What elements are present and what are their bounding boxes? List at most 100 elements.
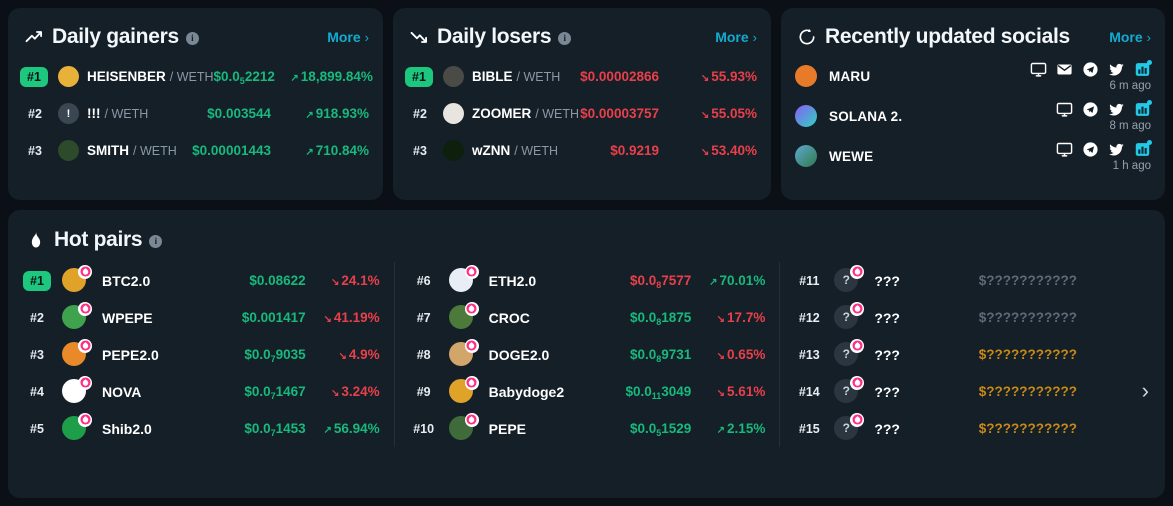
dex-badge-icon (78, 264, 92, 279)
avatar (443, 66, 464, 87)
next-page-chevron-icon[interactable]: › (1142, 378, 1149, 404)
table-row[interactable]: #3 PEPE2.0 $0.079035 ↘ 4.9% (20, 336, 380, 373)
info-icon[interactable]: i (149, 234, 163, 248)
arrow-down-icon: ↘ (330, 388, 340, 399)
arrow-down-icon: ↘ (338, 351, 347, 362)
token-change: ↘ 17.7% (691, 310, 766, 325)
dex-badge-icon (78, 375, 92, 390)
rank-badge: #4 (30, 384, 44, 399)
token-price: $??????????? (979, 273, 1077, 288)
change-value: 70.01% (719, 273, 766, 288)
twitter-icon[interactable] (1108, 101, 1125, 118)
list-item[interactable]: #3 wZNN / WETH $0.9219 ↘ 53.40% (405, 132, 757, 169)
list-item[interactable]: #2 ! !!! / WETH $0.003544 ↗ 918.93% (20, 95, 369, 132)
token-name: BTC2.0 (102, 272, 151, 289)
table-row[interactable]: #4 NOVA $0.071467 ↘ 3.24% (20, 373, 380, 410)
avatar-group: ? (834, 264, 865, 294)
email-icon[interactable] (1056, 61, 1073, 78)
list-item[interactable]: #2 ZOOMER / WETH $0.00003757 ↘ 55.05% (405, 95, 757, 132)
daily-gainers-header: Daily gainers i More › (8, 8, 383, 52)
token-price: $0.00003757 (580, 106, 659, 121)
telegram-icon[interactable] (1082, 141, 1099, 158)
monitor-icon[interactable] (1056, 141, 1073, 158)
token-change: ↘ 24.1% (306, 273, 380, 288)
price-prefix: $0.00001443 (192, 143, 271, 158)
avatar-group (62, 412, 92, 442)
change-value: 41.19% (333, 310, 380, 325)
monitor-icon[interactable] (1030, 61, 1047, 78)
list-item[interactable]: #3 SMITH / WETH $0.00001443 ↗ 710.84% (20, 132, 369, 169)
rank-badge: #2 (413, 106, 427, 121)
daily-gainers-list: #1 HEISENBER / WETH $0.052212 ↗ 18,899.84… (8, 52, 383, 169)
socials-title: Recently updated socials (825, 25, 1070, 48)
social-meta: 1 h ago (1056, 140, 1152, 172)
twitter-icon[interactable] (1108, 141, 1125, 158)
telegram-icon[interactable] (1082, 101, 1099, 118)
table-row[interactable]: #13???? $??????????? (792, 336, 1151, 373)
token-price: $0.003544 (207, 106, 271, 121)
token-name: ??? (874, 383, 900, 400)
price-prefix: $0.0 (244, 384, 271, 399)
daily-losers-more-link[interactable]: More › (715, 29, 757, 45)
hot-pairs-grid: #1 BTC2.0 $0.08622 ↘ 24.1% #2 WPEPE $0.001417 ↘ 4… (8, 254, 1165, 447)
arrow-up-icon: ↗ (305, 110, 314, 121)
avatar (795, 65, 817, 87)
monitor-icon[interactable] (1056, 101, 1073, 118)
list-item[interactable]: SOLANA 2. 8 m ago (795, 96, 1152, 136)
token-name: ??? (874, 346, 900, 363)
token-quote: / WETH (104, 106, 149, 121)
price-prefix: $0.9219 (610, 143, 659, 158)
avatar (795, 145, 817, 167)
daily-gainers-more-link[interactable]: More › (327, 29, 369, 45)
social-meta: 8 m ago (1056, 100, 1152, 132)
token-change: ↘ 5.61% (691, 384, 766, 399)
info-icon[interactable]: i (185, 31, 199, 45)
refresh-icon (799, 28, 815, 45)
chart-icon-wrap (1134, 140, 1152, 158)
list-item[interactable]: WEWE 1 h ago (795, 136, 1152, 176)
token-name: NOVA (102, 383, 142, 400)
table-row[interactable]: #14???? $??????????? (792, 373, 1151, 410)
social-token-name: WEWE (829, 148, 874, 164)
table-row[interactable]: #1 BTC2.0 $0.08622 ↘ 24.1% (20, 262, 380, 299)
rank-badge: #6 (416, 273, 431, 288)
table-row[interactable]: #8 DOGE2.0 $0.089731 ↘ 0.65% (407, 336, 765, 373)
arrow-up-icon: ↗ (716, 425, 726, 436)
table-row[interactable]: #10 PEPE $0.051529 ↗ 2.15% (407, 410, 765, 447)
table-row[interactable]: #5 Shib2.0 $0.071453 ↗ 56.94% (20, 410, 380, 447)
table-row[interactable]: #9 Babydoge2 $0.0113049 ↘ 5.61% (407, 373, 766, 410)
telegram-icon[interactable] (1082, 61, 1099, 78)
list-item[interactable]: #1 BIBLE / WETH $0.00002866 ↘ 55.93% (405, 58, 757, 95)
table-row[interactable]: #12???? $??????????? (792, 299, 1151, 336)
token-name: DOGE2.0 (488, 346, 550, 363)
token-name: WPEPE (102, 309, 153, 326)
more-label: More (1109, 29, 1143, 45)
avatar-group (62, 375, 92, 405)
token-name: PEPE (488, 420, 527, 437)
table-row[interactable]: #7 CROC $0.081875 ↘ 17.7% (407, 299, 766, 336)
rank-badge: #12 (798, 310, 820, 325)
daily-losers-header: Daily losers i More › (393, 8, 771, 52)
hot-pairs-column: #1 BTC2.0 $0.08622 ↘ 24.1% #2 WPEPE $0.001417 ↘ 4… (8, 262, 394, 447)
token-change: ↘ 3.24% (306, 384, 380, 399)
table-row[interactable]: #6 ETH2.0 $0.087577 ↗ 70.01% (407, 262, 766, 299)
token-change: ↗ 18,899.84% (275, 69, 372, 84)
list-item[interactable]: #1 HEISENBER / WETH $0.052212 ↗ 18,899.84… (20, 58, 373, 95)
twitter-icon[interactable] (1108, 61, 1125, 78)
recently-updated-socials-card: Recently updated socials More › MARU 6 m… (781, 8, 1165, 200)
info-icon[interactable]: i (558, 31, 572, 45)
token-name: BIBLE (472, 69, 513, 84)
table-row[interactable]: #15???? $??????????? (792, 410, 1151, 447)
hot-pairs-title: Hot pairs (54, 228, 143, 251)
social-icons (1056, 100, 1152, 119)
token-price: $0.051529 (630, 421, 691, 438)
avatar-group: ? (834, 412, 865, 442)
social-timestamp: 1 h ago (1112, 159, 1151, 172)
table-row[interactable]: #2 WPEPE $0.001417 ↘ 41.19% (20, 299, 380, 336)
list-item[interactable]: MARU 6 m ago (795, 56, 1152, 96)
table-row[interactable]: #11???? $??????????? (792, 262, 1151, 299)
rank-badge: #15 (798, 421, 820, 436)
social-icons (1056, 140, 1152, 159)
token-price: $0.071467 (244, 384, 305, 401)
socials-more-link[interactable]: More › (1109, 29, 1151, 45)
